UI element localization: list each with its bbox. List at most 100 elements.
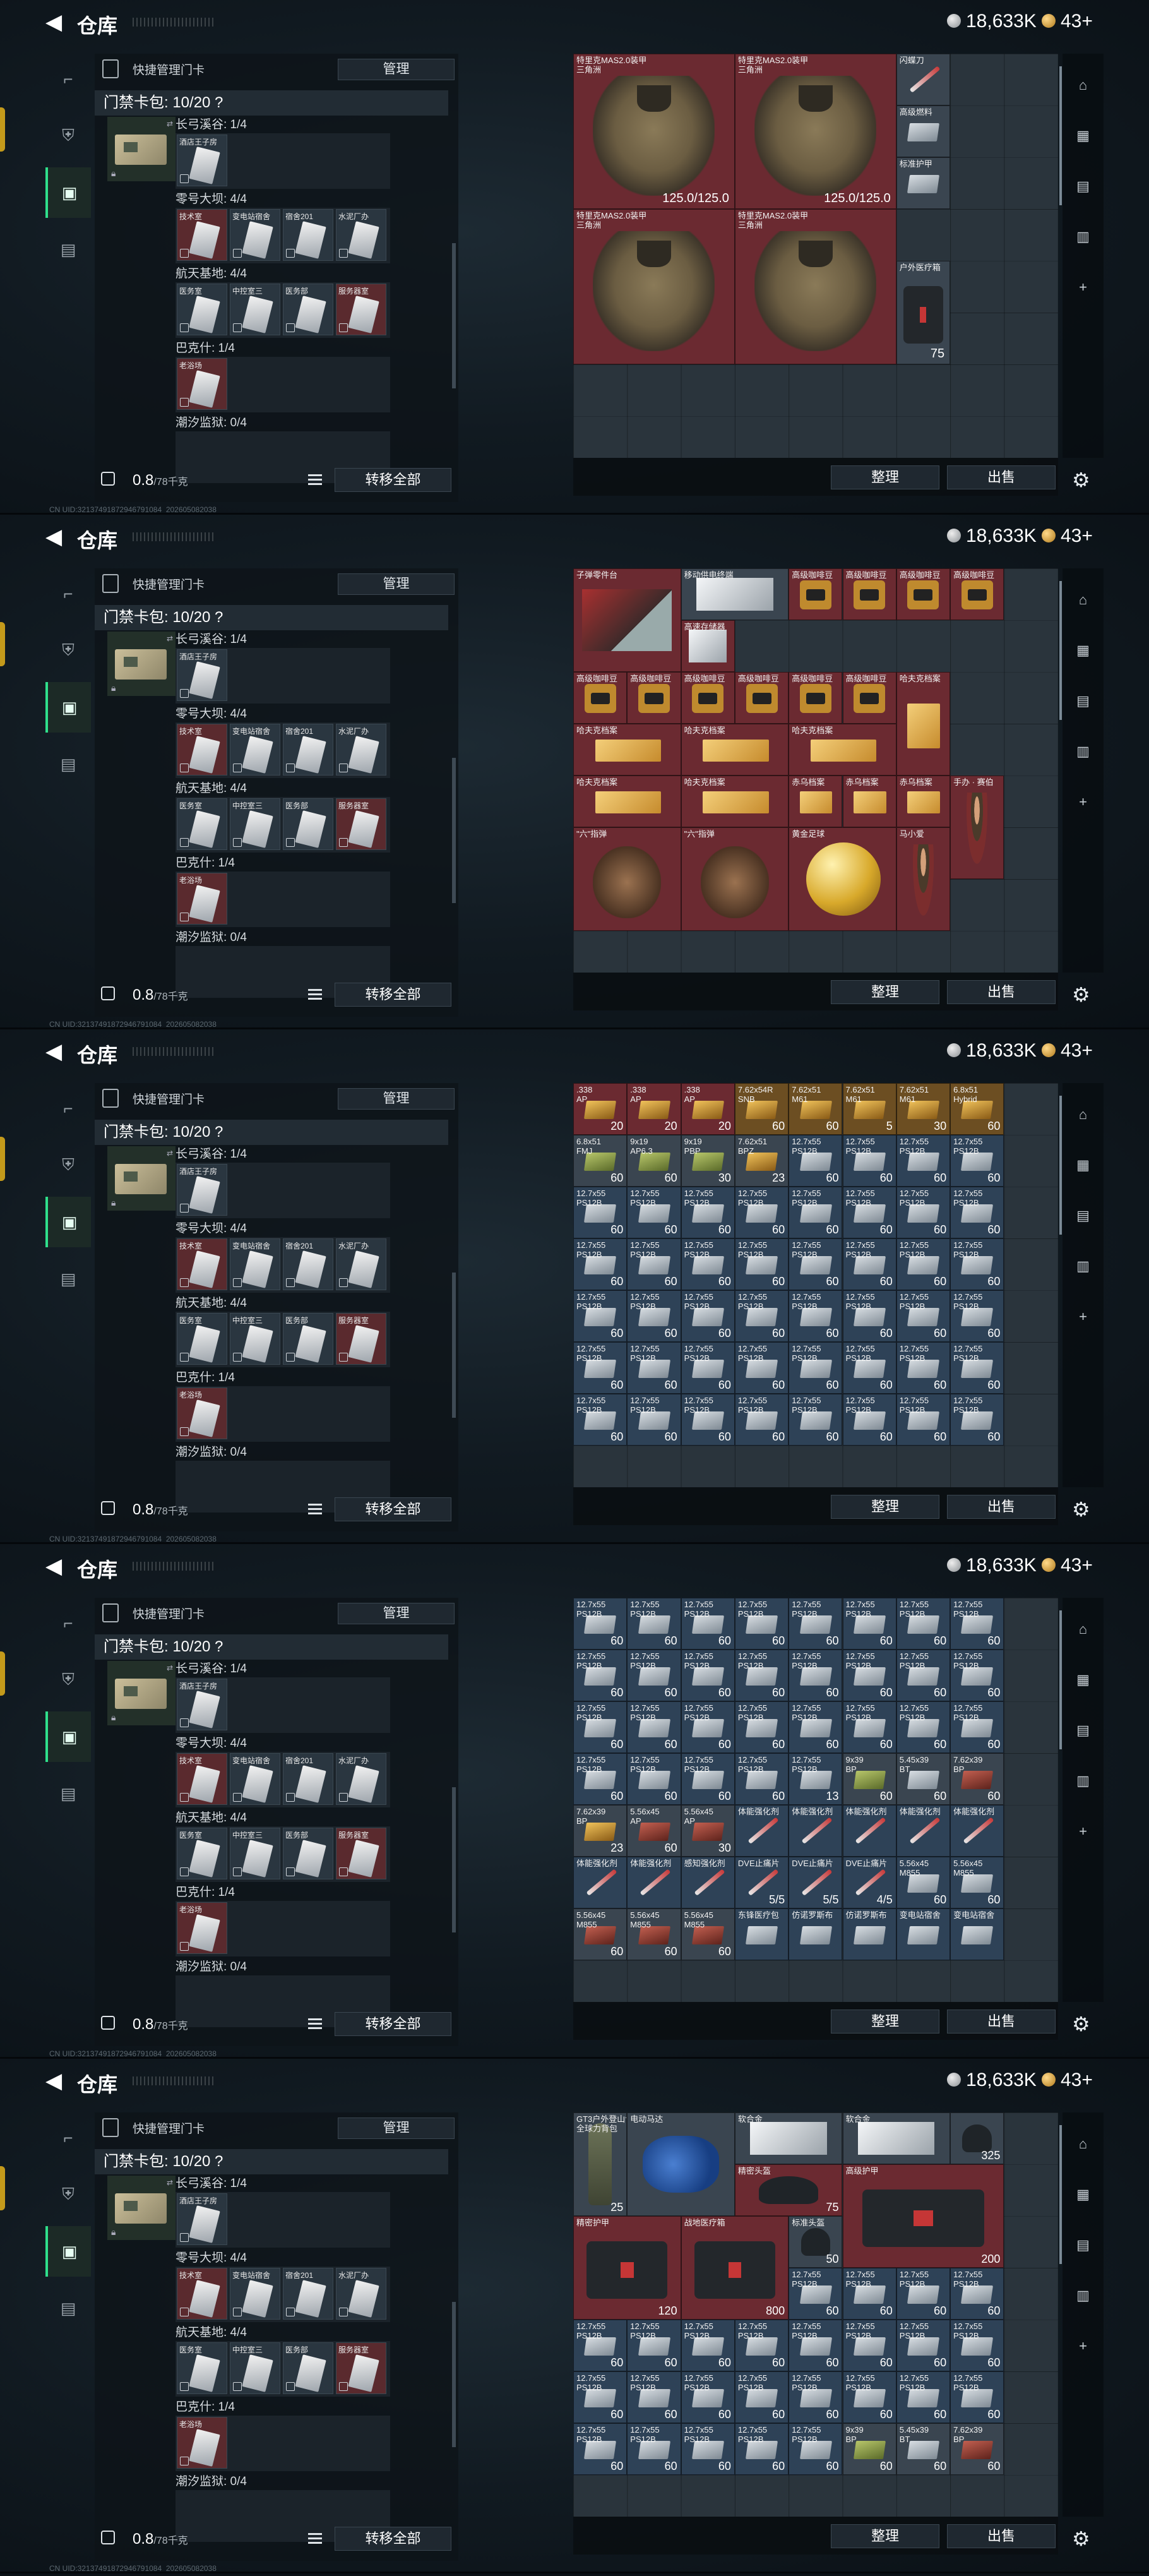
stash-item[interactable]: 哈夫克档案 — [573, 776, 681, 827]
stash-item[interactable]: 哈夫克档案 — [789, 724, 896, 776]
scrollbar[interactable] — [452, 758, 456, 903]
stash-item[interactable]: 东锋医疗包 — [734, 1908, 789, 1960]
keycard-slot[interactable]: 酒店王子房 — [177, 1164, 227, 1216]
stash-item[interactable]: 5.56x45 M855 60 — [950, 1857, 1004, 1908]
keycard-slot[interactable]: 医务室 — [177, 284, 227, 335]
stash-item[interactable]: 12.7x55 PS12B 60 — [734, 2371, 789, 2423]
keycard-slot[interactable]: 技术室 — [177, 724, 227, 776]
stash-item[interactable]: 标准护甲 — [896, 157, 951, 209]
add-page-icon[interactable]: + — [1063, 1298, 1104, 1336]
keycard-slot[interactable]: 中控室三 — [230, 1828, 280, 1879]
stash-item[interactable]: 12.7x55 PS12B 60 — [734, 1187, 789, 1238]
keycard-slot[interactable]: 医务室 — [177, 1313, 227, 1365]
stash-item[interactable]: 12.7x55 PS12B 60 — [950, 1650, 1004, 1701]
keycard-slot[interactable]: 技术室 — [177, 209, 227, 261]
armor-tab-icon[interactable]: ⛨ — [45, 2169, 91, 2220]
stash-item[interactable]: 软合金 — [734, 2112, 843, 2164]
stash-item[interactable]: 战地医疗箱 800 — [681, 2216, 789, 2320]
stash-item[interactable]: 12.7x55 PS12B 60 — [842, 1394, 896, 1446]
armor-tab-icon[interactable]: ⛨ — [45, 625, 91, 676]
weapon-tab-icon[interactable]: ⌐ — [45, 54, 91, 104]
stash-home-icon[interactable]: ⌂ — [1063, 581, 1104, 619]
stash-item[interactable]: 12.7x55 PS12B 60 — [896, 1701, 951, 1753]
stash-item[interactable]: 12.7x55 PS12B 60 — [950, 1135, 1004, 1187]
stash-item[interactable]: 12.7x55 PS12B 60 — [573, 1701, 628, 1753]
stash-item[interactable]: 12.7x55 PS12B 60 — [573, 1598, 628, 1650]
keycard-slot[interactable]: 老浴场 — [177, 358, 227, 410]
stash-item[interactable]: 马小爱 — [896, 827, 951, 931]
stash-item[interactable]: 5.56x45 M855 60 — [627, 1908, 681, 1960]
stash-page-icon[interactable]: ▦ — [1063, 2176, 1104, 2214]
stash-item[interactable]: 特里克MAS2.0装甲 三角洲 — [734, 209, 896, 364]
stash-item[interactable]: 高级咖啡豆 — [789, 672, 843, 724]
stash-item[interactable]: 子弹零件台 — [573, 568, 681, 672]
sort-button[interactable]: 整理 — [831, 2524, 939, 2548]
stash-item[interactable]: 325 — [950, 2112, 1004, 2164]
stash-item[interactable]: 特里克MAS2.0装甲 三角洲 — [573, 209, 735, 364]
stash-item[interactable]: 12.7x55 PS12B 60 — [627, 1290, 681, 1342]
stash-item[interactable]: 12.7x55 PS12B 60 — [627, 2371, 681, 2423]
stash-item[interactable]: 12.7x55 PS12B 60 — [734, 1394, 789, 1446]
armor-tab-icon[interactable]: ⛨ — [45, 1140, 91, 1190]
stash-item[interactable]: 电动马达 — [627, 2112, 735, 2216]
stash-item[interactable]: 12.7x55 PS12B 60 — [627, 1394, 681, 1446]
back-icon[interactable]: ◀ — [45, 526, 62, 548]
add-page-icon[interactable]: + — [1063, 1812, 1104, 1850]
stash-item[interactable]: 6.8x51 Hybrid 60 — [950, 1083, 1004, 1135]
keycard-slot[interactable]: 水泥厂办 — [336, 1753, 386, 1805]
stash-item[interactable]: 感知强化剂 — [681, 1857, 735, 1908]
stash-item[interactable]: 12.7x55 PS12B 60 — [573, 1238, 628, 1290]
stash-item[interactable]: 12.7x55 PS12B 60 — [789, 1342, 843, 1394]
stash-item[interactable]: 赤乌档案 — [842, 776, 896, 827]
stash-item[interactable]: 7.62x39 BP 23 — [573, 1805, 628, 1857]
stash-item[interactable]: DVE止痛片 5/5 — [789, 1857, 843, 1908]
scrollbar[interactable] — [452, 243, 456, 388]
stash-item[interactable]: 12.7x55 PS12B 60 — [842, 1650, 896, 1701]
stash-item[interactable]: 户外医疗箱 75 — [896, 261, 951, 364]
stash-item[interactable]: 12.7x55 PS12B 60 — [681, 1650, 735, 1701]
stash-item[interactable]: 12.7x55 PS12B 60 — [681, 2423, 735, 2475]
back-icon[interactable]: ◀ — [45, 11, 62, 33]
stash-item[interactable]: 12.7x55 PS12B 60 — [573, 2371, 628, 2423]
stash-item[interactable]: 闪蝶刀 — [896, 54, 951, 105]
stash-item[interactable]: 12.7x55 PS12B 60 — [950, 1342, 1004, 1394]
stash-item[interactable]: 12.7x55 PS12B 60 — [896, 1342, 951, 1394]
stash-item[interactable]: 高速存储器 — [681, 620, 735, 672]
stash-item[interactable]: 12.7x55 PS12B 60 — [573, 1187, 628, 1238]
stash-page-icon[interactable]: ▤ — [1063, 1711, 1104, 1749]
stash-item[interactable]: 12.7x55 PS12B 60 — [950, 1598, 1004, 1650]
scrollbar[interactable] — [452, 2302, 456, 2447]
keycard-slot[interactable]: 变电站宿舍 — [230, 2268, 280, 2320]
stash-item[interactable]: 体能强化剂 — [627, 1857, 681, 1908]
stash-scrollbar[interactable] — [1059, 1096, 1062, 1235]
keycard-slot[interactable]: 技术室 — [177, 1238, 227, 1290]
premium-currency-button[interactable]: 43+ — [1061, 525, 1093, 547]
keycard-slot[interactable]: 医务部 — [283, 798, 333, 850]
stash-item[interactable]: 12.7x55 PS12B 60 — [681, 1290, 735, 1342]
stash-item[interactable]: 高级燃料 — [896, 105, 951, 157]
stash-item[interactable]: 12.7x55 PS12B 60 — [896, 2320, 951, 2371]
stash-item[interactable]: 移动供电终端 — [681, 568, 789, 620]
stash-item[interactable]: 12.7x55 PS12B 60 — [950, 1701, 1004, 1753]
stash-item[interactable]: 9x19 AP6.3 60 — [627, 1135, 681, 1187]
keycard-holder[interactable]: 🔒︎ ⇄ — [107, 632, 176, 696]
stash-item[interactable]: 12.7x55 PS12B 60 — [896, 2268, 951, 2320]
keycard-slot[interactable]: 水泥厂办 — [336, 1238, 386, 1290]
list-icon[interactable] — [308, 2533, 322, 2544]
scrollbar[interactable] — [452, 1273, 456, 1418]
stash-item[interactable]: 12.7x55 PS12B 60 — [842, 2371, 896, 2423]
stash-item[interactable]: 12.7x55 PS12B 60 — [681, 1394, 735, 1446]
transfer-all-button[interactable]: 转移全部 — [335, 2527, 451, 2551]
stash-item[interactable]: 5.56x45 M855 60 — [681, 1908, 735, 1960]
keycard-slot[interactable]: 宿舍201 — [283, 724, 333, 776]
list-icon[interactable] — [308, 1504, 322, 1515]
keycard-tab-icon[interactable]: ▣ — [45, 2226, 91, 2277]
settings-gear-icon[interactable]: ⚙ — [1072, 1497, 1090, 1521]
stash-item[interactable]: 哈夫克档案 — [896, 672, 951, 776]
stash-item[interactable]: 12.7x55 PS12B 60 — [950, 2268, 1004, 2320]
stash-page-icon[interactable]: ▦ — [1063, 1146, 1104, 1184]
sort-button[interactable]: 整理 — [831, 465, 939, 489]
stash-item[interactable]: 12.7x55 PS12B 60 — [573, 1290, 628, 1342]
keycard-slot[interactable]: 宿舍201 — [283, 209, 333, 261]
case-tab-icon[interactable]: ▤ — [45, 224, 91, 275]
